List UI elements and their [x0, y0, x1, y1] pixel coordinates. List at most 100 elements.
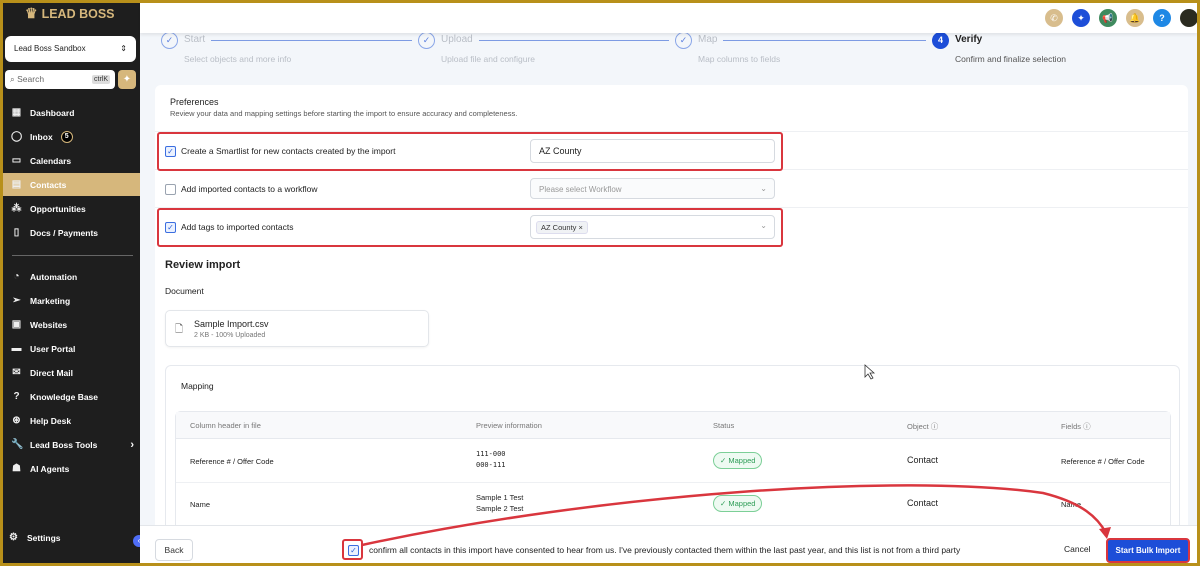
info-icon[interactable]: ⓘ [931, 422, 939, 431]
help-icon[interactable]: ? [1153, 9, 1171, 27]
app-window: ♛ LEAD BOSS Lead Boss Sandbox ⇕ ⌕ Search ct… [3, 3, 1197, 563]
preview-cell: 111-000 000-111 [476, 449, 506, 471]
step-connector [704, 40, 926, 41]
workflow-placeholder: Please select Workflow [539, 185, 622, 194]
sidebar-item-help-desk[interactable]: ⊛ Help Desk [3, 409, 140, 432]
avatar[interactable] [1180, 9, 1197, 27]
document-label: Document [165, 286, 204, 296]
sidebar-item-inbox[interactable]: ◯ Inbox 5 [3, 125, 140, 148]
sidebar-item-settings[interactable]: ⚙ Settings [3, 526, 140, 549]
workflow-row: Add imported contacts to a workflow Plea… [155, 169, 1188, 207]
bell-icon[interactable]: 🔔 [1126, 9, 1144, 27]
verify-card: Preferences Review your data and mapping… [155, 85, 1188, 551]
automation-icon: ◔ [13, 271, 20, 282]
sidebar-item-opportunities[interactable]: ⁂ Opportunities [3, 197, 140, 220]
sidebar-item-websites[interactable]: ▣ Websites [3, 313, 140, 336]
column-header-label: Fields [1061, 422, 1082, 431]
search-placeholder: ⌕ Search [10, 74, 45, 84]
table-row: Reference # / Offer Code 111-000 000-111 … [176, 439, 1170, 483]
check-icon: ✓ [675, 32, 692, 49]
sidebar-item-label: Calendars [30, 155, 72, 166]
crown-icon: ♛ [25, 5, 38, 21]
start-bulk-import-button[interactable]: Start Bulk Import [1106, 538, 1190, 563]
sidebar-item-user-portal[interactable]: ▬ User Portal [3, 337, 140, 360]
workflow-label: Add imported contacts to a workflow [181, 184, 318, 194]
top-header: ✆ ✦ 📢 🔔 ? [140, 3, 1197, 33]
consent-checkbox[interactable]: ✓ [348, 545, 359, 556]
column-header: Status [713, 421, 735, 430]
sidebar-item-automation[interactable]: ◔ Automation [3, 265, 140, 288]
sidebar-item-label: Opportunities [30, 203, 86, 214]
check-icon: ✓ [161, 32, 178, 49]
field-cell: Name [1061, 500, 1082, 509]
account-name: Lead Boss Sandbox [14, 44, 86, 53]
workflow-checkbox[interactable] [165, 184, 176, 195]
back-button[interactable]: Back [155, 539, 193, 561]
footer-bar: Back ✓ confirm all contacts in this impo… [140, 525, 1197, 563]
preferences-title: Preferences [170, 97, 219, 107]
sidebar-item-knowledge-base[interactable]: ? Knowledge Base [3, 385, 140, 408]
megaphone-icon[interactable]: 📢 [1099, 9, 1117, 27]
shortcut-badge: ctrlK [92, 75, 110, 84]
grid-icon: ▦ [11, 107, 22, 118]
brand-name: LEAD BOSS [41, 6, 115, 21]
quick-action-button[interactable]: ✦ [118, 70, 136, 89]
step-subtitle: Confirm and finalize selection [955, 54, 1067, 64]
status-label: Mapped [728, 499, 756, 508]
workflow-select[interactable]: Please select Workflow ⌄ [530, 178, 775, 199]
search-label: Search [17, 74, 45, 84]
sidebar-item-contacts[interactable]: ▤ Contacts [3, 173, 140, 196]
sidebar-item-ai-agents[interactable]: ☗ AI Agents [3, 457, 140, 480]
object-cell: Contact [907, 498, 939, 508]
sidebar-item-label: Settings [27, 532, 61, 543]
sparkle-icon[interactable]: ✦ [1072, 9, 1090, 27]
sidebar-item-label: Direct Mail [30, 367, 73, 378]
step-connector [447, 40, 669, 41]
field-cell: Reference # / Offer Code [1061, 457, 1145, 466]
phone-icon[interactable]: ✆ [1045, 9, 1063, 27]
annotation-highlight [157, 132, 783, 171]
pipeline-icon: ⁂ [11, 203, 22, 214]
monitor-icon: ▬ [11, 343, 22, 354]
chevron-right-icon: › [130, 438, 134, 451]
account-switcher[interactable]: Lead Boss Sandbox ⇕ [5, 36, 136, 62]
chevron-updown-icon: ⇕ [120, 44, 127, 53]
step-subtitle: Map columns to fields [698, 54, 781, 64]
send-icon: ➢ [12, 295, 21, 306]
sidebar-item-label: Help Desk [30, 415, 72, 426]
sidebar: ♛ LEAD BOSS Lead Boss Sandbox ⇕ ⌕ Search ct… [3, 3, 140, 563]
status-badge: ✓ Mapped [713, 452, 763, 469]
sidebar-item-docs-payments[interactable]: ▯ Docs / Payments [3, 221, 140, 244]
sidebar-item-label: Docs / Payments [30, 227, 99, 238]
column-header: Object ⓘ [907, 421, 938, 432]
sidebar-item-lead-boss-tools[interactable]: 🔧 Lead Boss Tools › [3, 433, 140, 456]
check-icon: ✓ [418, 32, 435, 49]
sidebar-item-dashboard[interactable]: ▦ Dashboard [3, 101, 140, 124]
search-input[interactable]: ⌕ Search ctrlK [5, 70, 115, 89]
sidebar-divider [12, 255, 133, 256]
chat-icon: ◯ [11, 131, 23, 142]
cancel-button[interactable]: Cancel [1064, 544, 1090, 554]
sidebar-item-marketing[interactable]: ➢ Marketing [3, 289, 140, 312]
sidebar-item-label: Automation [30, 271, 78, 282]
mapping-section: Mapping Column header in file Preview in… [165, 365, 1180, 551]
inbox-count-badge: 5 [60, 130, 73, 143]
info-icon[interactable]: ⓘ [1083, 422, 1091, 431]
help-icon: ? [13, 391, 20, 402]
sidebar-item-label: Lead Boss Tools [30, 439, 98, 450]
file-meta: 2 KB - 100% Uploaded [194, 332, 266, 339]
file-icon: 🗋 [175, 324, 184, 335]
column-header: Preview information [476, 421, 542, 430]
column-header: Column header in file [190, 421, 261, 430]
file-name: Sample Import.csv [194, 319, 269, 329]
status-label: Mapped [728, 456, 756, 465]
sidebar-item-label: Dashboard [30, 107, 75, 118]
chevron-down-icon: ⌄ [760, 184, 767, 193]
consent-text: confirm all contacts in this import have… [369, 545, 961, 555]
preview-line: Sample 1 Test [476, 493, 524, 502]
sidebar-item-label: AI Agents [30, 463, 70, 474]
file-card: 🗋 Sample Import.csv 2 KB - 100% Uploaded [165, 310, 429, 347]
preview-line: Sample 2 Test [476, 504, 524, 513]
sidebar-item-calendars[interactable]: ▭ Calendars [3, 149, 140, 172]
sidebar-item-direct-mail[interactable]: ✉ Direct Mail [3, 361, 140, 384]
